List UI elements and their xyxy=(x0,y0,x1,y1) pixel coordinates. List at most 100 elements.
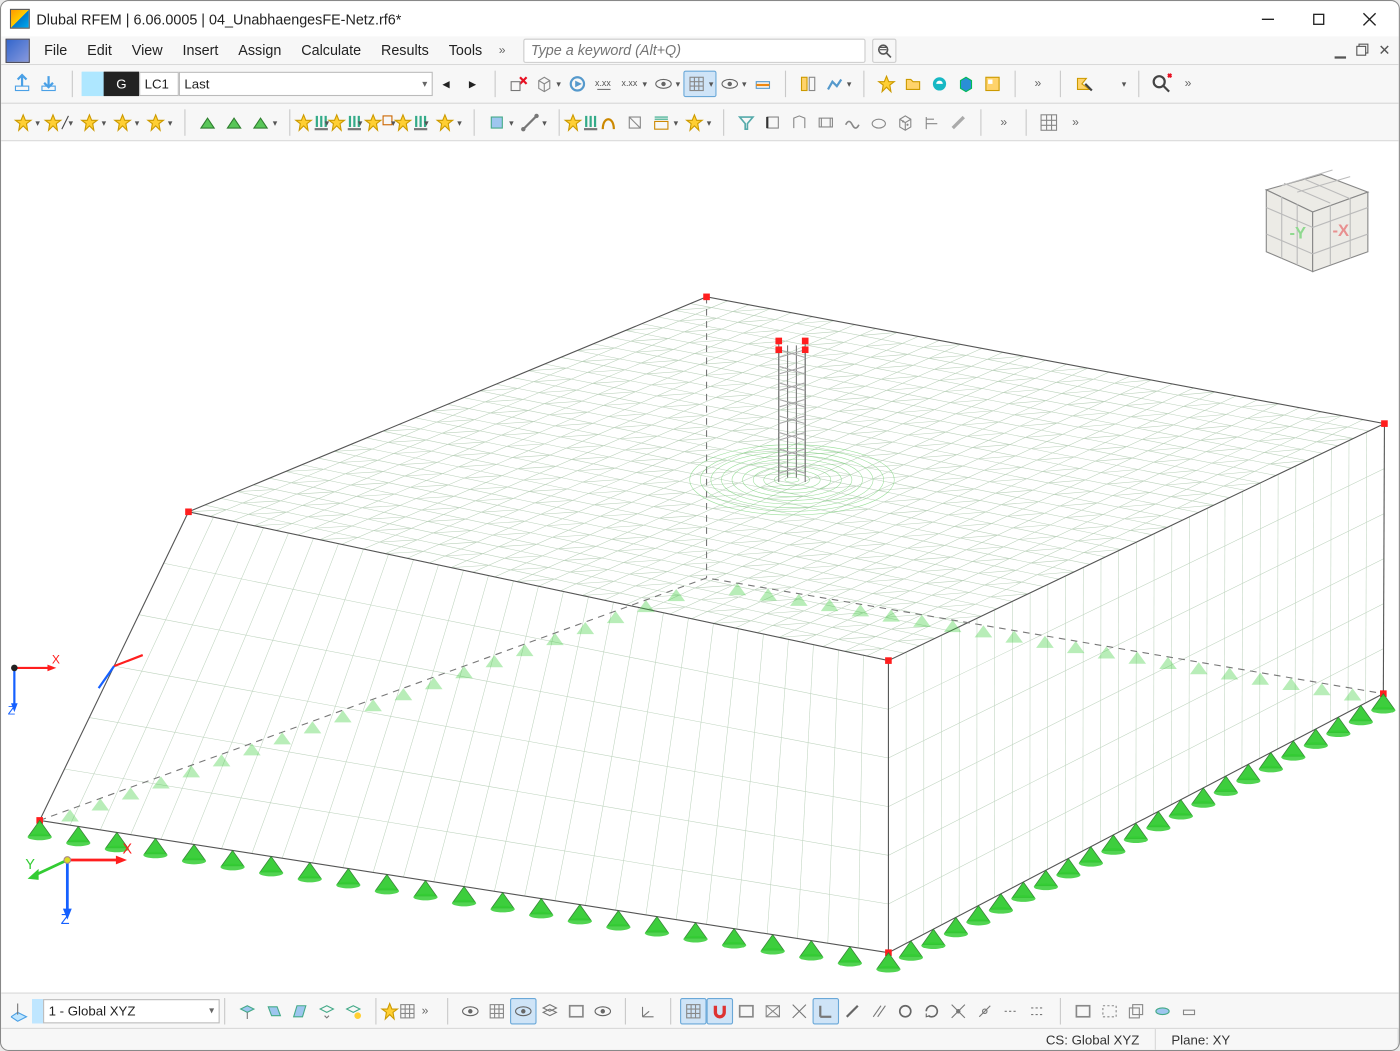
edge-button[interactable]: ▾ xyxy=(517,109,550,135)
lc-prev-button[interactable]: ◂ xyxy=(433,71,459,97)
plane-move-button[interactable] xyxy=(314,997,340,1023)
toolbar-overflow-3[interactable]: » xyxy=(1062,109,1088,135)
search-button[interactable] xyxy=(872,38,896,62)
new-shape-button[interactable]: ▾ xyxy=(484,109,517,135)
snap-reload-button[interactable] xyxy=(919,997,945,1023)
menu-overflow-icon[interactable]: » xyxy=(492,44,512,57)
new-member-button[interactable]: ▾ xyxy=(76,109,109,135)
select-polygon-button[interactable] xyxy=(1070,71,1096,97)
close-button[interactable] xyxy=(1344,1,1395,36)
new-load-surface[interactable]: ▾ xyxy=(432,109,465,135)
new-load-node-2[interactable]: ▾ xyxy=(332,109,365,135)
results-values-button[interactable]: x.xx xyxy=(591,71,617,97)
new-surface-button[interactable]: ▾ xyxy=(109,109,142,135)
gen-more-button[interactable]: ▾ xyxy=(681,109,714,135)
snap-rect-button[interactable] xyxy=(733,997,759,1023)
edit-section-button[interactable] xyxy=(1149,997,1175,1023)
gen-load-button[interactable] xyxy=(569,109,595,135)
edit-copy-button[interactable] xyxy=(1123,997,1149,1023)
new-support-2[interactable] xyxy=(221,109,247,135)
new-model-button[interactable] xyxy=(873,71,899,97)
snap-end-button[interactable] xyxy=(813,997,839,1023)
snap-guide-button[interactable] xyxy=(998,997,1024,1023)
new-node-button[interactable]: ▾ xyxy=(10,109,43,135)
display-layers-button[interactable] xyxy=(537,997,563,1023)
search-field[interactable] xyxy=(523,38,865,62)
view-tree-button[interactable] xyxy=(919,109,945,135)
snap-parallel-button[interactable] xyxy=(866,997,892,1023)
plane-xz-button[interactable] xyxy=(261,997,287,1023)
current-object-button[interactable] xyxy=(10,71,36,97)
snap-mid-button[interactable] xyxy=(945,997,971,1023)
gen-combo-button[interactable]: ▾ xyxy=(648,109,681,135)
show-results-button[interactable]: ▾ xyxy=(531,71,564,97)
mdi-restore-button[interactable] xyxy=(1352,40,1372,60)
toolbar-overflow-2[interactable]: » xyxy=(991,109,1017,135)
menu-edit[interactable]: Edit xyxy=(77,39,122,62)
menu-tools[interactable]: Tools xyxy=(439,39,492,62)
model-viewport[interactable]: -Y -X X Z X Y xyxy=(1,141,1399,992)
results-hide-button[interactable]: ▾ xyxy=(717,71,750,97)
view-dice-button[interactable] xyxy=(892,109,918,135)
toolbar-overflow-zoom[interactable]: » xyxy=(1175,71,1201,97)
view-frame-button[interactable] xyxy=(760,109,786,135)
toolbar-overflow-1[interactable]: » xyxy=(1025,71,1051,97)
edit-rect-button[interactable] xyxy=(1070,997,1096,1023)
display-view1-button[interactable] xyxy=(510,997,536,1023)
minimize-button[interactable] xyxy=(1242,1,1293,36)
new-support-3[interactable]: ▾ xyxy=(247,109,280,135)
load-case-select[interactable]: Last▾ xyxy=(179,72,433,96)
coord-system-select[interactable]: 1 - Global XYZ▾ xyxy=(43,999,220,1023)
new-support-1[interactable] xyxy=(194,109,220,135)
results-section-button[interactable] xyxy=(750,71,776,97)
edit-dashed-button[interactable] xyxy=(1096,997,1122,1023)
view-frame2-button[interactable] xyxy=(786,109,812,135)
snap-line-button[interactable] xyxy=(839,997,865,1023)
workplane-button[interactable] xyxy=(6,997,32,1023)
bg-overflow[interactable]: » xyxy=(412,997,438,1023)
select-options[interactable]: ▾ xyxy=(1096,71,1129,97)
plane-xy-button[interactable] xyxy=(234,997,260,1023)
mesh-gen-button[interactable] xyxy=(385,997,411,1023)
results-animate-button[interactable] xyxy=(564,71,590,97)
view-arrow-button[interactable] xyxy=(945,109,971,135)
view-wave-button[interactable] xyxy=(839,109,865,135)
previous-object-button[interactable] xyxy=(36,71,62,97)
gen-wind-button[interactable] xyxy=(622,109,648,135)
new-load-member[interactable]: ▾ xyxy=(399,109,432,135)
menu-file[interactable]: File xyxy=(34,39,77,62)
nav-cube[interactable]: -Y -X xyxy=(1244,152,1376,284)
plane-set-button[interactable] xyxy=(340,997,366,1023)
edit-more-button[interactable] xyxy=(1176,997,1202,1023)
menu-calculate[interactable]: Calculate xyxy=(291,39,371,62)
menu-assign[interactable]: Assign xyxy=(228,39,291,62)
results-diagram-button[interactable]: ▾ xyxy=(821,71,854,97)
ucs-button[interactable] xyxy=(635,997,661,1023)
view-film-button[interactable] xyxy=(813,109,839,135)
menu-insert[interactable]: Insert xyxy=(173,39,229,62)
snap-circ-button[interactable] xyxy=(892,997,918,1023)
display-box-button[interactable] xyxy=(563,997,589,1023)
maximize-button[interactable] xyxy=(1293,1,1344,36)
display-view2-button[interactable] xyxy=(590,997,616,1023)
zoom-button[interactable] xyxy=(1148,71,1174,97)
snap-rectx-button[interactable] xyxy=(760,997,786,1023)
snap-perp-button[interactable] xyxy=(972,997,998,1023)
results-view-button[interactable]: ▾ xyxy=(650,71,683,97)
filter-button[interactable] xyxy=(733,109,759,135)
snap-object-button[interactable] xyxy=(707,997,733,1023)
mdi-close-button[interactable]: ✕ xyxy=(1374,40,1394,60)
mdi-minimize-button[interactable]: ▁ xyxy=(1330,40,1350,60)
new-line-button[interactable]: ▾ xyxy=(43,109,76,135)
menu-results[interactable]: Results xyxy=(371,39,439,62)
snap-grid-button[interactable] xyxy=(680,997,706,1023)
block-button[interactable] xyxy=(953,71,979,97)
menu-view[interactable]: View xyxy=(122,39,173,62)
imperfection-button[interactable] xyxy=(595,109,621,135)
display-show-button[interactable] xyxy=(457,997,483,1023)
delete-results-button[interactable] xyxy=(505,71,531,97)
cloud-button[interactable] xyxy=(926,71,952,97)
view-cloud-button[interactable] xyxy=(866,109,892,135)
project-button[interactable] xyxy=(979,71,1005,97)
lc-next-button[interactable]: ▸ xyxy=(459,71,485,97)
